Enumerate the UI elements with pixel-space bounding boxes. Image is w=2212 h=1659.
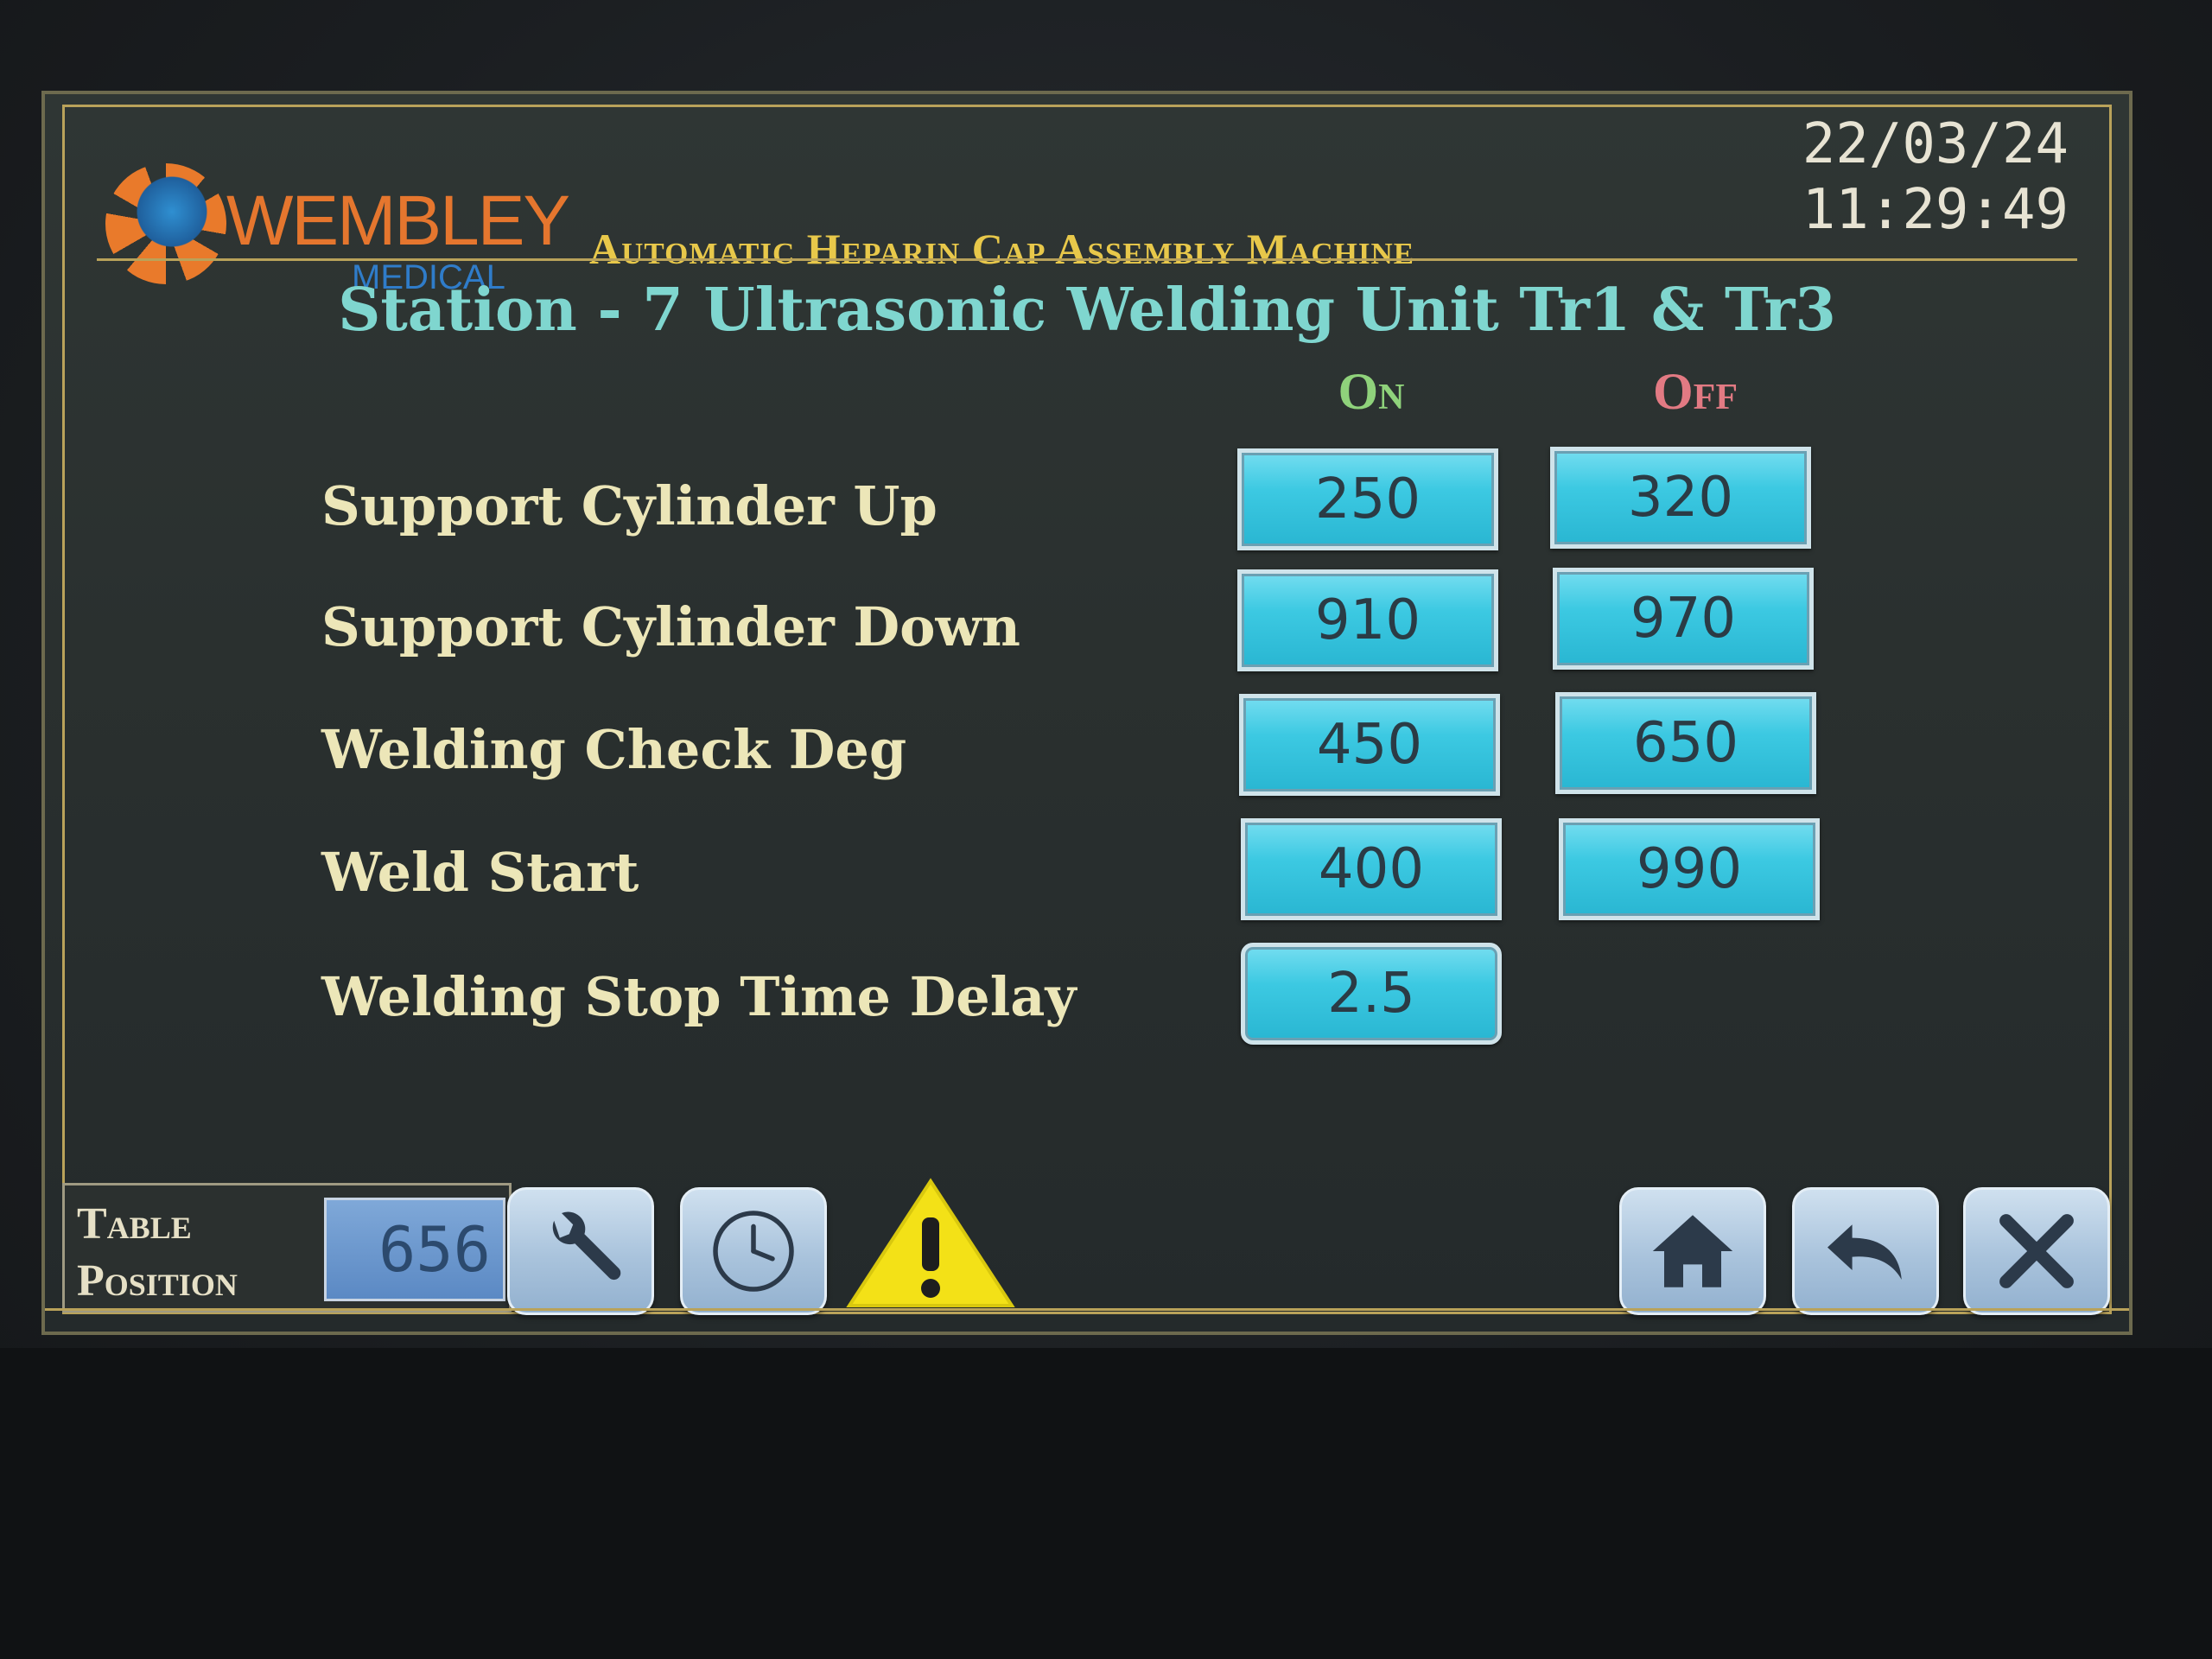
time-readout: 11:29:49 [1802, 178, 2069, 242]
home-button[interactable] [1619, 1187, 1766, 1315]
welding-check-deg-off-input[interactable]: 650 [1555, 692, 1816, 794]
footer-divider [45, 1308, 2129, 1311]
welding-check-deg-on-input[interactable]: 450 [1239, 694, 1500, 796]
close-button[interactable] [1963, 1187, 2110, 1315]
device-lower-bezel [0, 1348, 2212, 1659]
wrench-icon [552, 1211, 621, 1281]
table-position-panel: Table Position 656 [62, 1183, 512, 1313]
machine-title: Automatic Heparin Cap Assembly Machine [589, 225, 1415, 273]
table-position-label: Table Position [77, 1199, 238, 1306]
logo-gear-globe-icon [105, 163, 226, 284]
support-cylinder-up-off-input[interactable]: 320 [1550, 447, 1811, 549]
param-label-support-cylinder-down: Support Cylinder Down [321, 595, 1020, 658]
close-icon [1999, 1214, 2074, 1288]
param-label-weld-start: Weld Start [321, 841, 639, 904]
support-cylinder-down-on-input[interactable]: 910 [1237, 569, 1498, 671]
welding-stop-time-delay-input[interactable]: 2.5 [1241, 943, 1502, 1045]
settings-button[interactable] [507, 1187, 654, 1315]
weld-start-off-input[interactable]: 990 [1559, 818, 1820, 920]
param-label-welding-check-deg: Welding Check Deg [321, 718, 907, 781]
back-button[interactable] [1792, 1187, 1939, 1315]
support-cylinder-up-on-input[interactable]: 250 [1237, 448, 1498, 550]
alarm-button[interactable] [844, 1174, 1017, 1313]
page-title: Station - 7 Ultrasonic Welding Unit Tr1 … [338, 276, 1836, 345]
home-icon [1652, 1215, 1733, 1287]
header-divider [97, 258, 2077, 261]
param-label-support-cylinder-up: Support Cylinder Up [321, 474, 938, 537]
weld-start-on-input[interactable]: 400 [1241, 818, 1502, 920]
warning-icon [846, 1178, 1015, 1307]
clock-icon [713, 1211, 794, 1292]
back-icon [1827, 1224, 1902, 1280]
hmi-screen: WEMBLEY MEDICAL Automatic Heparin Cap As… [41, 91, 2133, 1335]
datetime-display: 22/03/24 11:29:49 [1792, 111, 2069, 243]
column-header-on: On [1338, 363, 1405, 420]
date-readout: 22/03/24 [1802, 112, 2069, 176]
column-header-off: Off [1653, 363, 1738, 420]
brand-name: WEMBLEY [226, 181, 570, 260]
param-label-welding-stop-time-delay: Welding Stop Time Delay [321, 965, 1077, 1028]
table-position-readout: 656 [324, 1198, 505, 1301]
support-cylinder-down-off-input[interactable]: 970 [1553, 568, 1814, 670]
timer-button[interactable] [680, 1187, 827, 1315]
